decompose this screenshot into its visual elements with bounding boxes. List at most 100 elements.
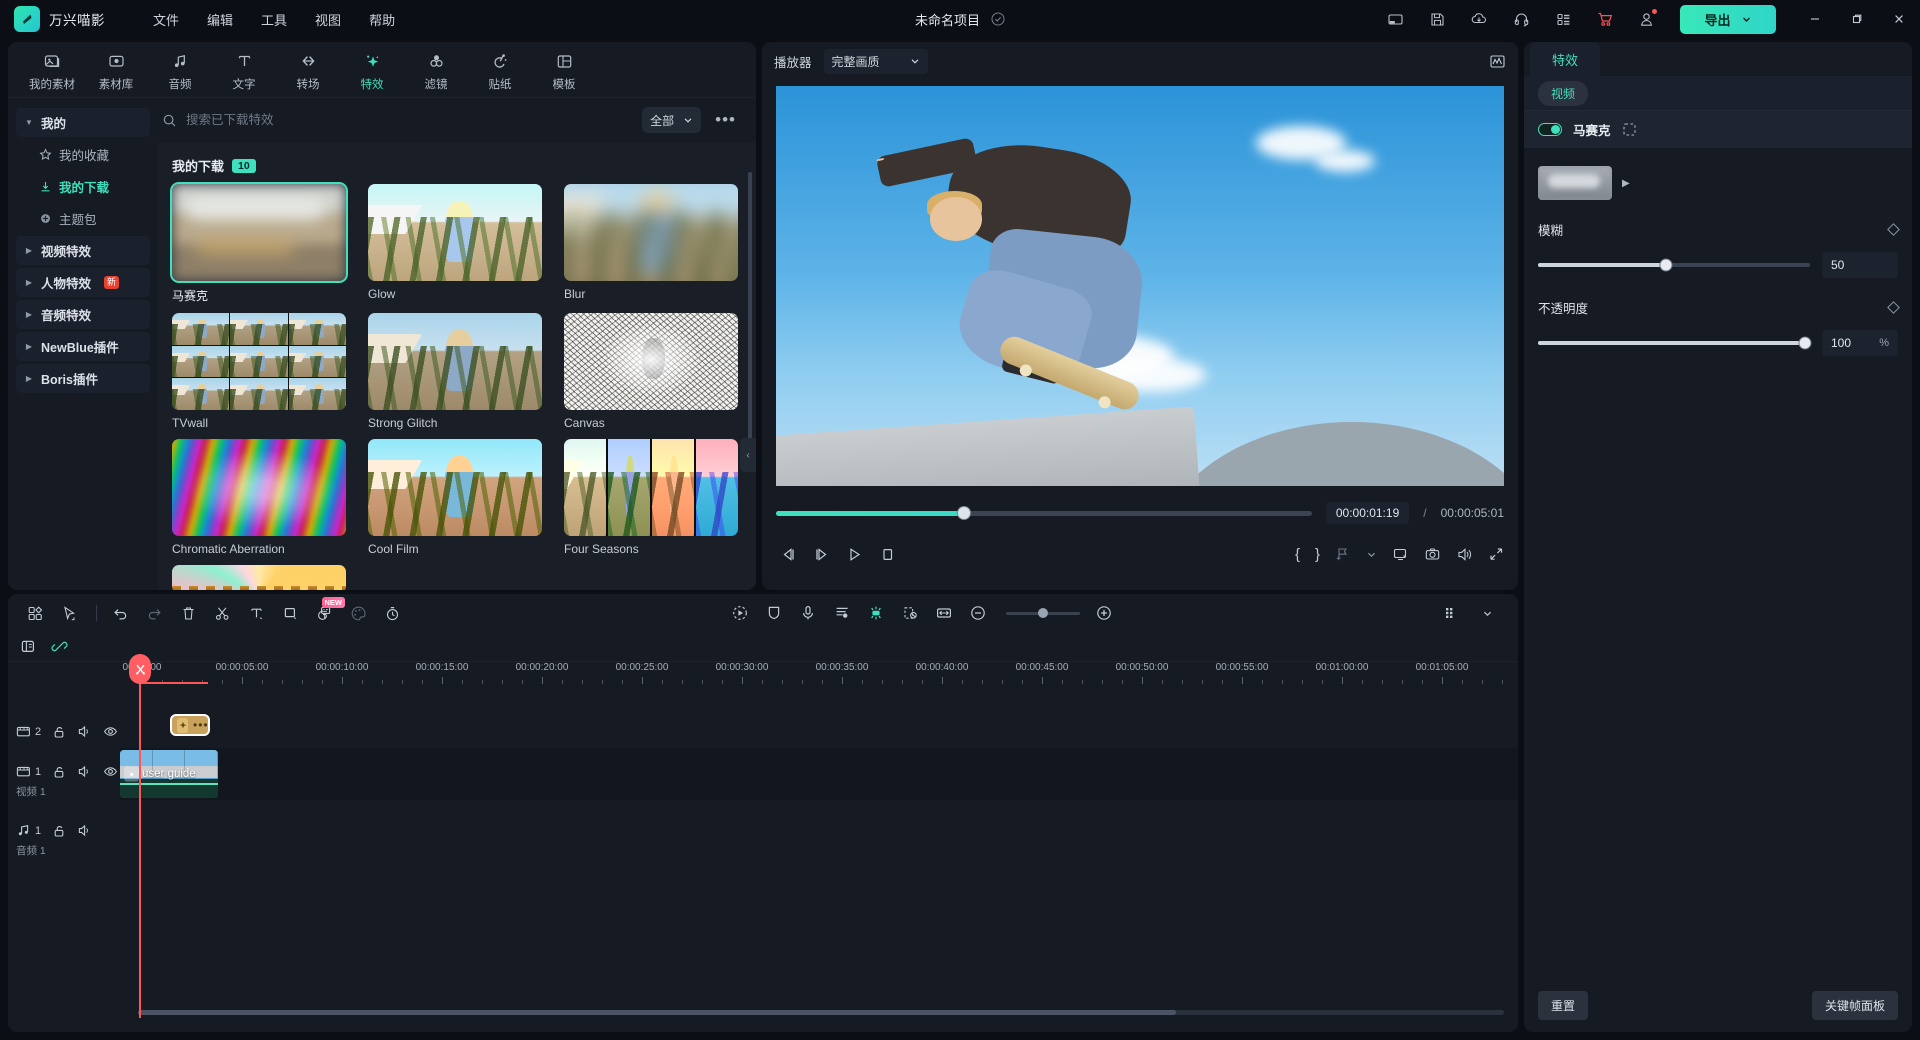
maximize-button[interactable] bbox=[1836, 0, 1878, 38]
eye-icon[interactable] bbox=[103, 764, 118, 779]
trash-icon[interactable] bbox=[173, 599, 203, 627]
speaker-icon[interactable] bbox=[77, 823, 92, 838]
progress-track[interactable] bbox=[776, 511, 1312, 516]
sidebar-item-boris-plugins[interactable]: ▶ Boris插件 bbox=[16, 364, 150, 393]
chevron-down-icon[interactable] bbox=[1366, 549, 1377, 560]
menu-help[interactable]: 帮助 bbox=[355, 5, 409, 34]
effect-card[interactable]: Glow bbox=[368, 184, 542, 304]
fit-width-icon[interactable] bbox=[929, 599, 959, 627]
screen-icon[interactable] bbox=[1392, 546, 1409, 563]
cloud-upload-icon[interactable] bbox=[1463, 3, 1495, 35]
effect-card[interactable]: Chromatic Aberration bbox=[172, 439, 346, 556]
sidebar-item-people-effects[interactable]: ▶ 人物特效 新 bbox=[16, 268, 150, 297]
effect-card[interactable]: Strong Glitch bbox=[368, 313, 542, 430]
sidebar-item-video-effects[interactable]: ▶ 视频特效 bbox=[16, 236, 150, 265]
color-palette-icon[interactable] bbox=[343, 599, 373, 627]
effect-card[interactable] bbox=[172, 565, 346, 590]
sidebar-item-newblue-plugins[interactable]: ▶ NewBlue插件 bbox=[16, 332, 150, 361]
quality-dropdown[interactable]: 完整画质 bbox=[824, 49, 928, 74]
unlock-icon[interactable] bbox=[52, 725, 66, 739]
tab-filters[interactable]: 滤镜 bbox=[404, 48, 468, 92]
chroma-key-icon[interactable] bbox=[861, 599, 891, 627]
apps-panel-icon[interactable] bbox=[20, 599, 50, 627]
redo-icon[interactable] bbox=[139, 599, 169, 627]
menu-edit[interactable]: 编辑 bbox=[193, 5, 247, 34]
opacity-slider[interactable] bbox=[1538, 341, 1810, 345]
account-icon[interactable] bbox=[1631, 3, 1663, 35]
sidebar-item-favorites[interactable]: 我的收藏 bbox=[16, 140, 150, 169]
cart-icon[interactable] bbox=[1589, 3, 1621, 35]
blur-value-box[interactable]: 50 bbox=[1822, 252, 1898, 278]
audio-mixer-icon[interactable] bbox=[827, 599, 857, 627]
tab-text[interactable]: 文字 bbox=[212, 48, 276, 92]
effect-card[interactable]: Cool Film bbox=[368, 439, 542, 556]
tab-effects[interactable]: 特效 bbox=[340, 48, 404, 92]
tab-templates[interactable]: 模板 bbox=[532, 48, 596, 92]
speaker-icon[interactable] bbox=[77, 764, 92, 779]
track-height-icon[interactable] bbox=[1436, 599, 1466, 627]
silence-detect-icon[interactable] bbox=[895, 599, 925, 627]
apps-grid-icon[interactable] bbox=[1547, 3, 1579, 35]
menu-view[interactable]: 视图 bbox=[301, 5, 355, 34]
opacity-value-box[interactable]: 100 % bbox=[1822, 330, 1898, 356]
snapshot-flag-icon[interactable] bbox=[1335, 546, 1351, 562]
menu-file[interactable]: 文件 bbox=[139, 5, 193, 34]
video-stage[interactable] bbox=[776, 86, 1504, 486]
track-lane-audio-1[interactable] bbox=[120, 808, 1518, 854]
timeline-ruler[interactable]: 00:00:00 00:00:05:00 00:00:10:00 00:00:1… bbox=[120, 662, 1518, 684]
unlock-icon[interactable] bbox=[52, 765, 66, 779]
playhead[interactable] bbox=[139, 654, 141, 1018]
link-chain-icon[interactable] bbox=[51, 638, 68, 655]
minimize-button[interactable] bbox=[1794, 0, 1836, 38]
keyframe-panel-button[interactable]: 关键帧面板 bbox=[1812, 991, 1898, 1020]
playhead-split-handle[interactable] bbox=[129, 654, 151, 684]
next-frame-icon[interactable] bbox=[813, 546, 830, 563]
track-header-video-2[interactable]: 2 bbox=[16, 724, 116, 739]
zoom-out-button[interactable] bbox=[963, 599, 993, 627]
track-lane-video-2[interactable]: ••• bbox=[120, 708, 1518, 742]
speed-timer-icon[interactable] bbox=[377, 599, 407, 627]
motion-tracking-icon[interactable] bbox=[725, 599, 755, 627]
track-lane-video-1[interactable]: user guide bbox=[120, 748, 1518, 800]
sidebar-item-audio-effects[interactable]: ▶ 音频特效 bbox=[16, 300, 150, 329]
chevron-down-icon[interactable] bbox=[1472, 599, 1502, 627]
tab-my-media[interactable]: 我的素材 bbox=[20, 48, 84, 92]
scissors-icon[interactable] bbox=[207, 599, 237, 627]
render-preview-icon[interactable] bbox=[20, 638, 37, 655]
effect-card[interactable]: Four Seasons bbox=[564, 439, 738, 556]
unlock-icon[interactable] bbox=[52, 824, 66, 838]
tab-stock-library[interactable]: 素材库 bbox=[84, 48, 148, 92]
more-options-button[interactable]: ••• bbox=[709, 110, 742, 130]
sidebar-item-mine[interactable]: ▼ 我的 bbox=[16, 108, 150, 137]
save-icon[interactable] bbox=[1421, 3, 1453, 35]
effect-enable-toggle[interactable] bbox=[1538, 123, 1562, 136]
prev-frame-icon[interactable] bbox=[780, 546, 797, 563]
waveform-scope-icon[interactable] bbox=[1489, 53, 1506, 70]
cursor-select-icon[interactable] bbox=[54, 599, 84, 627]
headset-icon[interactable] bbox=[1505, 3, 1537, 35]
volume-icon[interactable] bbox=[1456, 546, 1473, 563]
sidebar-item-theme-pack[interactable]: 主题包 bbox=[16, 204, 150, 233]
zoom-in-button[interactable] bbox=[1089, 599, 1119, 627]
play-icon[interactable] bbox=[846, 546, 863, 563]
current-time[interactable]: 00:00:01:19 bbox=[1326, 502, 1409, 524]
mark-in-button[interactable]: { bbox=[1295, 546, 1300, 563]
layout-icon[interactable] bbox=[1379, 3, 1411, 35]
collapse-panel-button[interactable]: ‹ bbox=[740, 438, 756, 472]
subtab-video[interactable]: 视频 bbox=[1538, 81, 1588, 106]
close-button[interactable] bbox=[1878, 0, 1920, 38]
track-header-video-1[interactable]: 1 视频 1 bbox=[16, 764, 116, 799]
menu-tools[interactable]: 工具 bbox=[247, 5, 301, 34]
keyframe-icon[interactable] bbox=[1887, 301, 1900, 314]
speaker-icon[interactable] bbox=[77, 724, 92, 739]
tab-transitions[interactable]: 转场 bbox=[276, 48, 340, 92]
add-text-icon[interactable] bbox=[241, 599, 271, 627]
auto-caption-icon[interactable]: NEW bbox=[309, 599, 339, 627]
effect-clip[interactable]: ••• bbox=[170, 714, 210, 736]
camera-icon[interactable] bbox=[1424, 546, 1441, 563]
preview-play-icon[interactable]: ▶ bbox=[1622, 178, 1630, 189]
effect-preview-thumbnail[interactable] bbox=[1538, 166, 1612, 200]
sidebar-item-downloads[interactable]: 我的下载 bbox=[16, 172, 150, 201]
mask-dashed-icon[interactable] bbox=[1622, 122, 1637, 137]
export-button[interactable]: 导出 bbox=[1680, 5, 1776, 34]
